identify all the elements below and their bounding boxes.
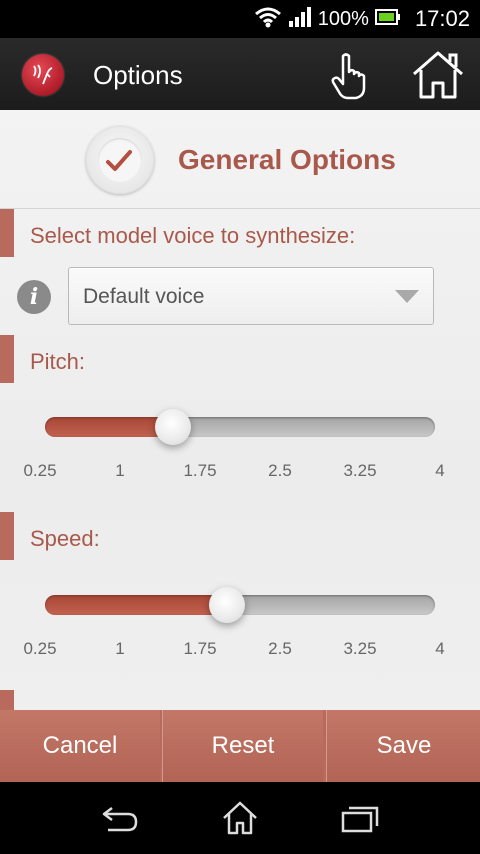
tick-label: 3.25 (343, 639, 377, 658)
speed-slider[interactable] (45, 587, 435, 623)
tick-label: 4 (435, 461, 445, 480)
battery-icon (374, 8, 401, 31)
pitch-label: Pitch: (30, 349, 86, 374)
section-title: General Options (178, 144, 396, 175)
section-marker (0, 335, 14, 383)
info-icon[interactable]: i (17, 280, 51, 314)
recent-apps-icon (341, 806, 379, 833)
dropdown-arrow-icon (395, 290, 419, 303)
tick-label: 3.25 (343, 461, 377, 480)
section-marker (0, 209, 14, 257)
slider-fill (45, 595, 231, 615)
speed-label: Speed: (30, 526, 100, 551)
speed-ticks: 0.25 1 1.75 2.5 3.25 4 (0, 639, 480, 663)
tick-label: 2.5 (268, 639, 292, 658)
voice-dropdown[interactable]: Default voice (68, 267, 434, 325)
tick-label: 1.75 (183, 639, 217, 658)
tick-label: 1 (115, 639, 125, 658)
button-bar: Cancel Reset Save (0, 710, 480, 782)
tick-label: 1 (115, 461, 125, 480)
action-bar: Options (0, 38, 480, 110)
app-logo[interactable] (22, 54, 64, 96)
tick-label: 0.25 (23, 639, 57, 658)
tick-label: 0.25 (23, 461, 57, 480)
signal-icon (288, 6, 312, 33)
nav-home-icon (223, 801, 257, 835)
tick-label: 1.75 (183, 461, 217, 480)
section-marker (0, 512, 14, 560)
recent-apps-button[interactable] (340, 804, 380, 839)
back-button[interactable] (100, 804, 140, 839)
status-bar: 100% 17:02 (0, 0, 480, 38)
slider-thumb[interactable] (155, 409, 192, 445)
pitch-slider[interactable] (45, 409, 435, 445)
tick-label: 4 (435, 639, 445, 658)
cancel-button[interactable]: Cancel (0, 710, 160, 782)
reset-button[interactable]: Reset (162, 710, 323, 782)
battery-percent: 100% (317, 7, 369, 30)
home-button[interactable] (410, 50, 466, 100)
check-badge (86, 126, 154, 194)
hand-pointer-icon (331, 53, 366, 100)
status-time: 17:02 (414, 6, 470, 31)
home-icon (413, 51, 463, 99)
slider-thumb[interactable] (208, 587, 245, 623)
wifi-icon (254, 6, 282, 33)
tick-label: 2.5 (268, 461, 292, 480)
checkmark-icon (106, 150, 132, 171)
navigation-bar (0, 782, 480, 854)
back-icon (102, 807, 138, 832)
page-title: Options (93, 60, 183, 90)
voice-dropdown-value: Default voice (83, 285, 205, 308)
hand-pointer-button[interactable] (328, 50, 378, 100)
options-content: General Options Select model voice to sy… (0, 110, 480, 710)
pitch-ticks: 0.25 1 1.75 2.5 3.25 4 (0, 461, 480, 485)
voice-label: Select model voice to synthesize: (30, 223, 356, 248)
section-header: General Options (0, 110, 480, 209)
save-button[interactable]: Save (326, 710, 480, 782)
nav-home-button[interactable] (222, 800, 258, 841)
speech-wave-icon (33, 64, 53, 85)
section-marker (0, 690, 14, 710)
